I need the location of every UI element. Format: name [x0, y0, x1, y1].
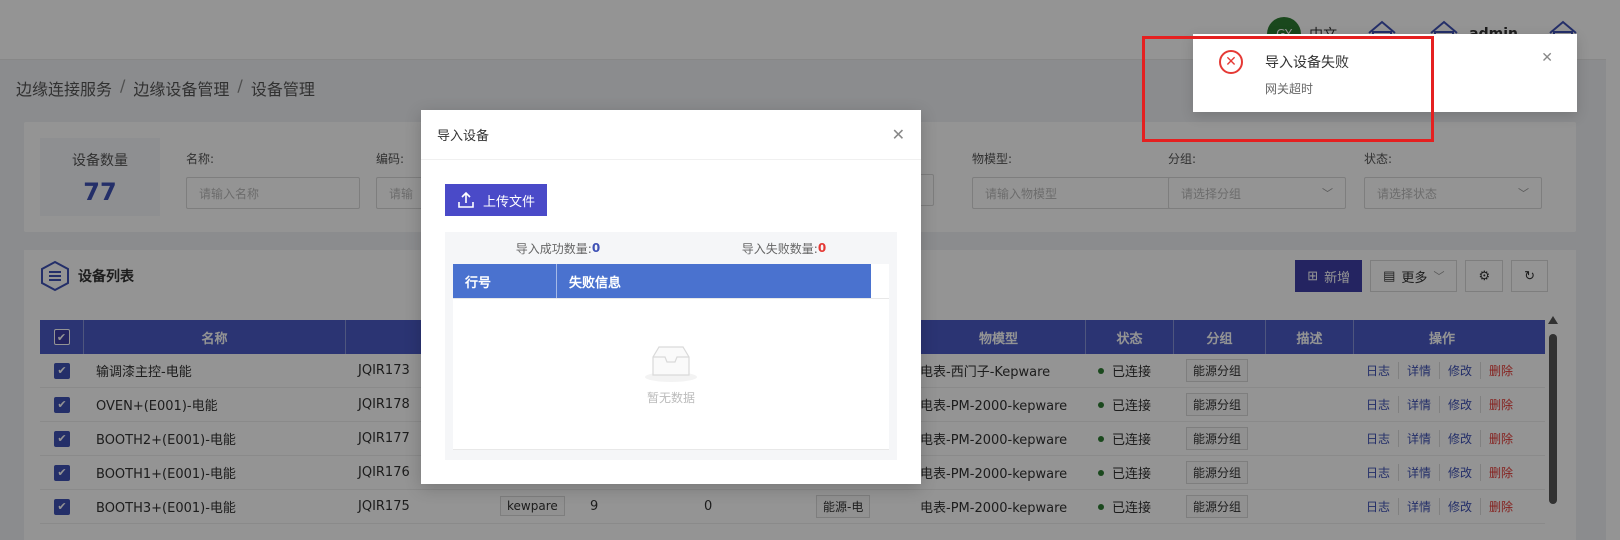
empty-state: 暂无数据 — [453, 298, 889, 450]
upload-file-label: 上传文件 — [483, 193, 536, 209]
import-device-dialog: 导入设备 ✕ 上传文件 导入成功数量: 0 导入失败数量: 0 行号 失败信息 暂无… — [421, 110, 921, 484]
empty-box-icon — [645, 345, 697, 382]
col-failure-info: 失败信息 — [569, 275, 622, 291]
close-icon[interactable]: ✕ — [1541, 50, 1553, 66]
import-result: 导入成功数量: 0 导入失败数量: 0 行号 失败信息 暂无数据 — [445, 232, 897, 460]
success-value: 0 — [591, 241, 601, 255]
fail-label: 导入失败数量: — [741, 241, 818, 256]
highlight-frame — [1142, 36, 1434, 142]
fail-count: 导入失败数量: 0 — [671, 232, 897, 264]
fail-value: 0 — [817, 241, 827, 255]
upload-icon — [458, 191, 474, 208]
upload-file-button[interactable]: 上传文件 — [445, 184, 548, 216]
dialog-header: 导入设备 ✕ — [421, 110, 921, 160]
col-row-number: 行号 — [453, 264, 557, 298]
success-label: 导入成功数量: — [515, 241, 592, 256]
failure-table: 行号 失败信息 暂无数据 — [453, 264, 889, 450]
dialog-title: 导入设备 — [437, 129, 490, 144]
import-stats: 导入成功数量: 0 导入失败数量: 0 — [445, 232, 897, 264]
failure-table-header: 行号 失败信息 — [453, 264, 871, 298]
empty-text: 暂无数据 — [646, 390, 695, 405]
success-count: 导入成功数量: 0 — [445, 232, 671, 264]
close-icon[interactable]: ✕ — [892, 125, 905, 144]
